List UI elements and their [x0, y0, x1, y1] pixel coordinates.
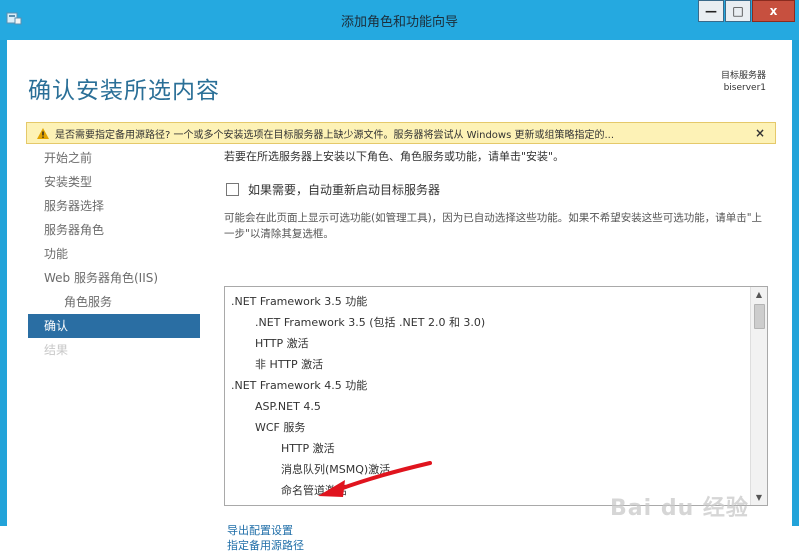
- nav-item[interactable]: 角色服务: [28, 290, 200, 314]
- feature-item: 消息队列(MSMQ)激活: [281, 463, 391, 476]
- nav-item[interactable]: 安装类型: [28, 170, 200, 194]
- close-button[interactable]: x: [752, 0, 795, 22]
- restart-checkbox[interactable]: [226, 183, 239, 196]
- feature-list[interactable]: .NET Framework 3.5 功能 .NET Framework 3.5 …: [224, 286, 768, 506]
- warning-icon: [37, 127, 49, 139]
- export-settings-link[interactable]: 导出配置设置: [227, 523, 304, 538]
- restart-option[interactable]: 如果需要，自动重新启动目标服务器: [224, 181, 769, 198]
- footer-links: 导出配置设置 指定备用源路径: [227, 523, 304, 553]
- scroll-thumb[interactable]: [754, 304, 765, 329]
- close-icon: x: [769, 4, 778, 18]
- nav-item[interactable]: 开始之前: [28, 146, 200, 170]
- nav-item[interactable]: 功能: [28, 242, 200, 266]
- maximize-button[interactable]: □: [725, 0, 751, 22]
- nav-item[interactable]: 确认: [28, 314, 200, 338]
- page-title: 确认安装所选内容: [28, 78, 220, 104]
- title-bar: 添加角色和功能向导 — □ x: [0, 0, 799, 40]
- main-panel: 若要在所选服务器上安装以下角色、角色服务或功能，请单击"安装"。 如果需要，自动…: [224, 146, 769, 552]
- warning-bar[interactable]: 是否需要指定备用源路径? 一个或多个安装选项在目标服务器上缺少源文件。服务器将尝…: [26, 122, 776, 144]
- maximize-icon: □: [732, 4, 744, 18]
- warning-close-icon[interactable]: ×: [751, 126, 769, 140]
- feature-item: ASP.NET 4.5: [255, 400, 321, 413]
- optional-features-info: 可能会在此页面上显示可选功能(如管理工具)，因为已自动选择这些功能。如果不希望安…: [224, 212, 763, 240]
- minimize-button[interactable]: —: [698, 0, 724, 22]
- feature-list-scrollbar[interactable]: ▲ ▼: [750, 287, 767, 505]
- nav-item: 结果: [44, 343, 69, 357]
- wizard-content: 确认安装所选内容 目标服务器 biserver1 是否需要指定备用源路径? 一个…: [7, 40, 792, 552]
- feature-item: .NET Framework 4.5 功能: [231, 379, 368, 392]
- window-frame: 添加角色和功能向导 — □ x 确认安装所选内容 目标服务器 biserver1…: [0, 0, 799, 552]
- nav-item[interactable]: 服务器选择: [28, 194, 200, 218]
- minimize-icon: —: [705, 4, 717, 18]
- nav-item[interactable]: Web 服务器角色(IIS): [28, 266, 200, 290]
- feature-item: HTTP 激活: [255, 337, 309, 350]
- target-server-label: 目标服务器: [720, 71, 766, 81]
- nav-item[interactable]: 服务器角色: [28, 218, 200, 242]
- restart-checkbox-label: 如果需要，自动重新启动目标服务器: [248, 183, 441, 197]
- feature-item: .NET Framework 3.5 (包括 .NET 2.0 和 3.0): [255, 316, 486, 329]
- alternate-source-link[interactable]: 指定备用源路径: [227, 538, 304, 553]
- wizard-nav: 开始之前 安装类型 服务器选择 服务器角色 功能 Web 服务器角色(IIS) 角色服务 确认…: [28, 146, 200, 362]
- feature-item: HTTP 激活: [281, 442, 335, 455]
- warning-text: 是否需要指定备用源路径? 一个或多个安装选项在目标服务器上缺少源文件。服务器将尝…: [55, 129, 615, 141]
- feature-item: WCF 服务: [255, 421, 306, 434]
- scroll-down-icon[interactable]: ▼: [751, 490, 767, 505]
- watermark: Bai du 经验: [610, 496, 749, 521]
- target-server-info: 目标服务器 biserver1: [721, 70, 766, 94]
- window-title: 添加角色和功能向导: [340, 15, 458, 30]
- feature-list-items: .NET Framework 3.5 功能 .NET Framework 3.5 …: [229, 291, 749, 505]
- target-server-name: biserver1: [723, 83, 766, 93]
- scroll-up-icon[interactable]: ▲: [751, 287, 767, 302]
- feature-item: .NET Framework 3.5 功能: [231, 295, 368, 308]
- install-hint: 若要在所选服务器上安装以下角色、角色服务或功能，请单击"安装"。: [224, 150, 565, 163]
- feature-item: 非 HTTP 激活: [255, 358, 324, 371]
